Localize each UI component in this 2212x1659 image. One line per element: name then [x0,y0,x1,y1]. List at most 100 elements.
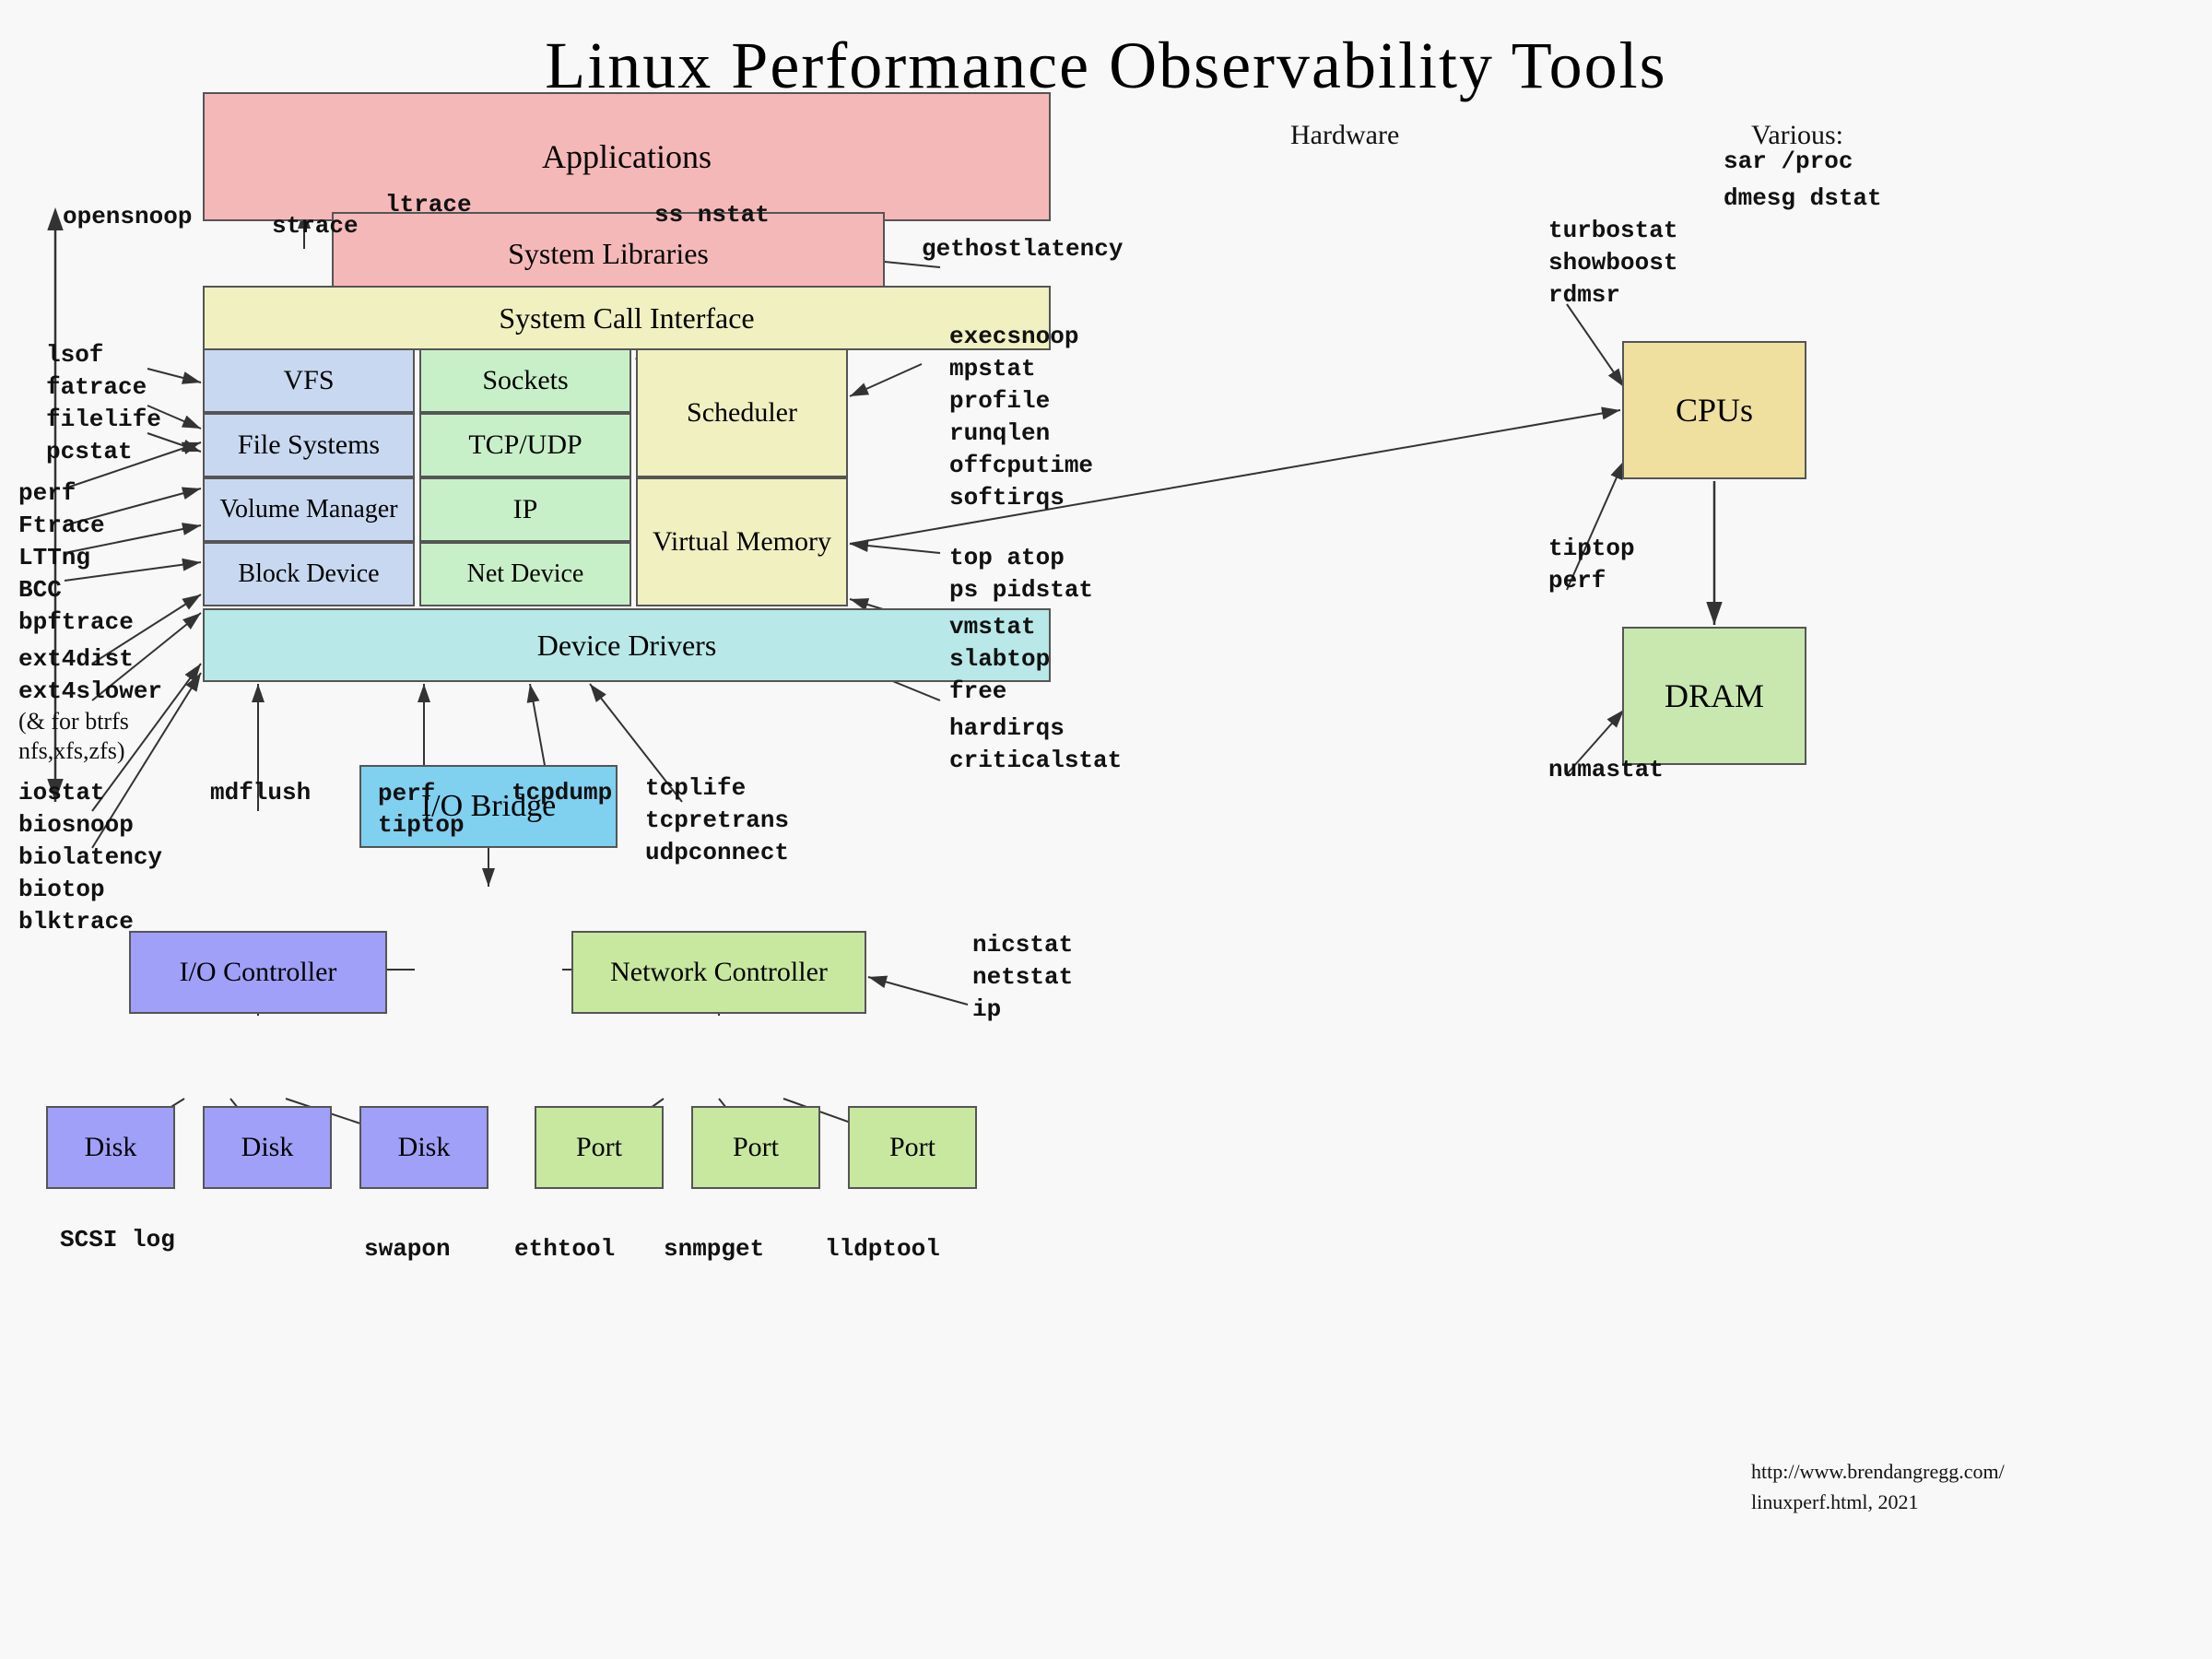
layer-sys-libraries: System Libraries [332,212,885,295]
tool-strace: strace [272,212,359,240]
tool-netstat: netstat [972,963,1073,991]
tool-runqlen: runqlen [949,419,1050,447]
applications-label: Applications [542,137,712,176]
tool-swapon: swapon [364,1235,451,1263]
tool-nfs-xfs-zfs: nfs,xfs,zfs) [18,737,125,765]
box-cpus: CPUs [1622,341,1806,479]
tool-filelife: filelife [46,406,161,433]
port-2-label: Port [733,1132,779,1163]
layer-device-drivers: Device Drivers [203,608,1051,682]
ip-label: IP [513,494,538,525]
tool-tiptop: tiptop [1548,535,1635,562]
disk-1-label: Disk [85,1132,137,1163]
tool-slabtop: slabtop [949,645,1050,673]
tool-ip: ip [972,995,1001,1023]
tool-execsnoop: execsnoop [949,323,1078,350]
box-net-controller: Network Controller [571,931,866,1014]
tool-profile: profile [949,387,1050,415]
box-disk-2: Disk [203,1106,332,1189]
net-device-label: Net Device [467,559,584,589]
tool-iostat: iostat [18,779,105,806]
layer-filesystems: File Systems [203,413,415,477]
tool-biolatency: biolatency [18,843,162,871]
tool-fatrace: fatrace [46,373,147,401]
box-port-1: Port [535,1106,664,1189]
scheduler-label: Scheduler [687,397,797,429]
tool-tcplife: tcplife [645,774,746,802]
tool-dmesg-dstat: dmesg dstat [1724,184,1882,212]
tool-biosnoop: biosnoop [18,811,134,839]
tool-bcc: BCC [18,576,62,604]
disk-3-label: Disk [398,1132,451,1163]
tool-udpconnect: udpconnect [645,839,789,866]
tool-nicstat: nicstat [972,931,1073,959]
tool-scsi-log: SCSI log [60,1226,175,1253]
virtual-memory-label: Virtual Memory [653,526,831,558]
tool-ext4slower: ext4slower [18,677,162,705]
layer-syscall: System Call Interface [203,286,1051,350]
tool-numastat: numastat [1548,756,1664,783]
tool-biotop: biotop [18,876,105,903]
tool-tcpdump: tcpdump [512,779,612,806]
tool-ftrace: Ftrace [18,512,105,539]
net-controller-label: Network Controller [610,957,828,988]
layer-scheduler: Scheduler [636,348,848,477]
port-3-label: Port [889,1132,935,1163]
layer-net-device: Net Device [419,542,631,606]
tool-ps-pidstat: ps pidstat [949,576,1093,604]
box-disk-3: Disk [359,1106,488,1189]
layer-applications: Applications [203,92,1051,221]
tool-mpstat: mpstat [949,355,1036,382]
tool-perf: perf [18,479,76,507]
box-port-2: Port [691,1106,820,1189]
various-label: Various: [1751,120,1843,151]
tool-ethtool: ethtool [514,1235,615,1263]
tool-btrfs-note: (& for btrfs [18,708,129,735]
tool-showboost: showboost [1548,249,1677,276]
hardware-label: Hardware [1290,120,1399,151]
tool-ss-nstat: ss nstat [654,201,770,229]
tool-hardirqs: hardirqs [949,714,1065,742]
tool-perf2: perf [1548,567,1606,594]
tool-tcpretrans: tcpretrans [645,806,789,834]
sys-libraries-label: System Libraries [508,237,709,271]
tool-lsof: lsof [46,341,103,369]
tool-criticalstat: criticalstat [949,747,1122,774]
footer-url: http://www.brendangregg.com/ linuxperf.h… [1751,1456,2005,1517]
sockets-label: Sockets [482,365,568,396]
layer-ip: IP [419,477,631,542]
tool-top-atop: top atop [949,544,1065,571]
tool-free: free [949,677,1006,705]
filesystems-label: File Systems [238,429,380,461]
layer-vfs: VFS [203,348,415,413]
tool-offcputime: offcputime [949,452,1093,479]
tool-lttng: LTTng [18,544,90,571]
tool-mdflush: mdflush [210,779,311,806]
cpus-label: CPUs [1676,391,1753,429]
device-drivers-label: Device Drivers [537,629,717,663]
layer-tcpudp: TCP/UDP [419,413,631,477]
vfs-label: VFS [283,365,334,396]
tool-lldptool: lldptool [825,1235,940,1263]
box-port-3: Port [848,1106,977,1189]
layer-volmgr: Volume Manager [203,477,415,542]
tool-sar-proc: sar /proc [1724,147,1853,175]
box-dram: DRAM [1622,627,1806,765]
tool-pcstat: pcstat [46,438,133,465]
tool-turbostat: turbostat [1548,217,1677,244]
box-disk-1: Disk [46,1106,175,1189]
tool-vmstat: vmstat [949,613,1036,641]
tool-ltrace: ltrace [385,191,472,218]
tool-bpftrace: bpftrace [18,608,134,636]
disk-2-label: Disk [241,1132,294,1163]
tool-softirqs: softirqs [949,484,1065,512]
block-device-label: Block Device [238,559,379,589]
tool-rdmsr: rdmsr [1548,281,1620,309]
io-controller-label: I/O Controller [180,957,337,988]
tcpudp-label: TCP/UDP [468,429,582,461]
layer-virtual-memory: Virtual Memory [636,477,848,606]
layer-block-device: Block Device [203,542,415,606]
layer-sockets: Sockets [419,348,631,413]
tool-ext4dist: ext4dist [18,645,134,673]
syscall-label: System Call Interface [499,301,754,335]
